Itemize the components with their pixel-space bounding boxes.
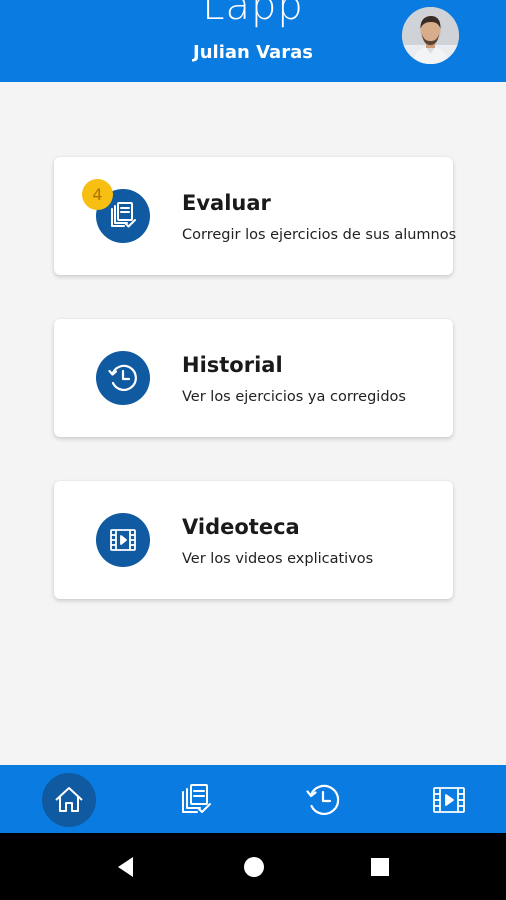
card-historial[interactable]: Historial Ver los ejercicios ya corregid… bbox=[54, 319, 453, 437]
system-nav-bar bbox=[0, 833, 506, 900]
app-header: Lapp Julian Varas bbox=[0, 0, 506, 82]
video-film-icon bbox=[96, 513, 150, 567]
card-title: Videoteca bbox=[182, 515, 300, 539]
tab-home[interactable] bbox=[42, 773, 96, 827]
history-clock-icon bbox=[306, 784, 340, 816]
bottom-tab-bar bbox=[0, 765, 506, 833]
user-avatar-photo bbox=[402, 7, 459, 64]
card-videoteca[interactable]: Videoteca Ver los videos explicativos bbox=[54, 481, 453, 599]
recents-square-icon[interactable] bbox=[366, 853, 394, 881]
card-subtitle: Corregir los ejercicios de sus alumnos bbox=[182, 227, 457, 243]
tab-videoteca[interactable] bbox=[422, 773, 476, 827]
card-subtitle: Ver los ejercicios ya corregidos bbox=[182, 389, 406, 405]
back-icon[interactable] bbox=[112, 853, 140, 881]
notification-badge: 4 bbox=[82, 179, 113, 210]
home-circle-icon[interactable] bbox=[240, 853, 268, 881]
card-title: Historial bbox=[182, 353, 283, 377]
avatar[interactable] bbox=[402, 7, 459, 64]
tab-evaluar[interactable] bbox=[169, 773, 223, 827]
card-evaluar[interactable]: 4 Evaluar Corregir los ejercicios de sus… bbox=[54, 157, 457, 275]
card-subtitle: Ver los videos explicativos bbox=[182, 551, 374, 567]
tab-historial[interactable] bbox=[296, 773, 350, 827]
evaluate-docs-check-icon bbox=[182, 784, 211, 813]
video-film-icon bbox=[433, 787, 465, 813]
card-title: Evaluar bbox=[182, 191, 271, 215]
home-icon bbox=[55, 787, 83, 812]
history-clock-icon bbox=[96, 351, 150, 405]
